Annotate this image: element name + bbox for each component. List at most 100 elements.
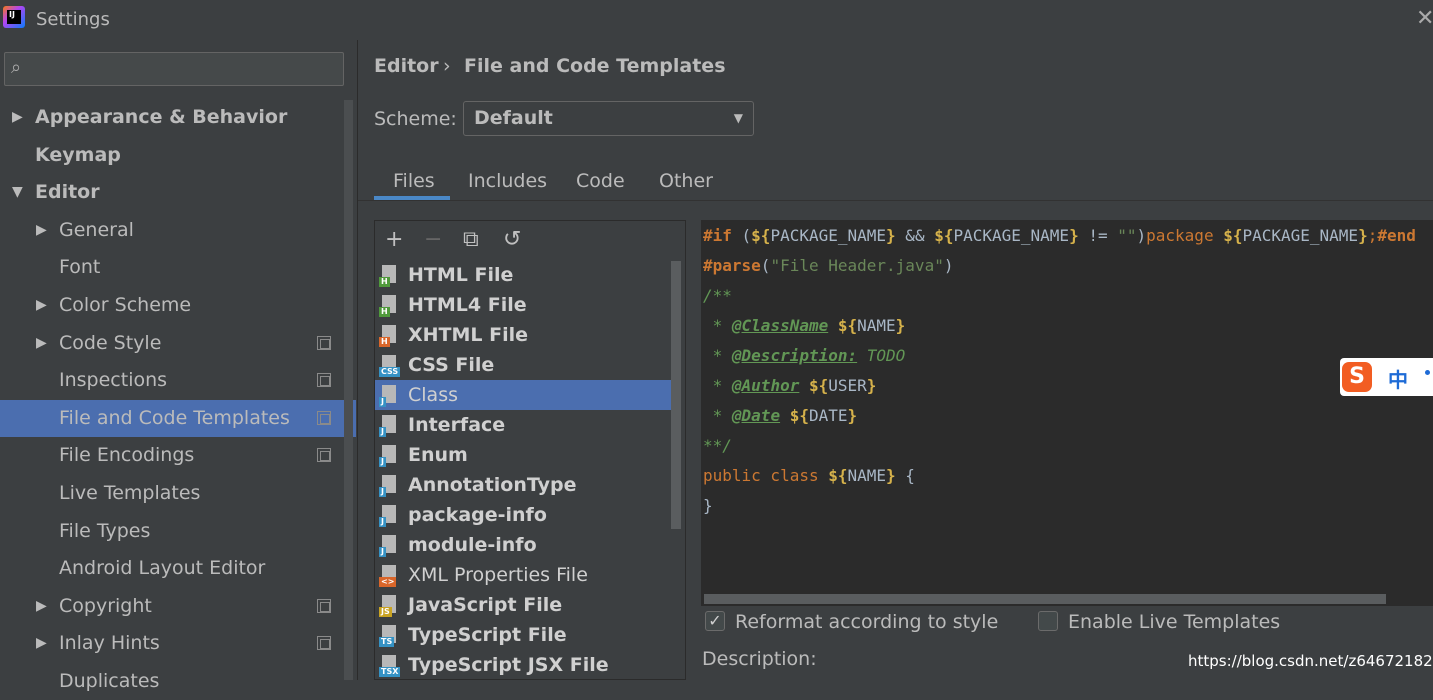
list-toolbar: + − ⧉ ↺ bbox=[375, 221, 685, 259]
sidebar-item-keymap[interactable]: Keymap bbox=[0, 137, 356, 174]
chevron-right-icon[interactable]: ▶ bbox=[36, 287, 47, 324]
code-token: ${ bbox=[808, 376, 829, 395]
title-bar: IJ Settings ✕ bbox=[0, 0, 1433, 40]
tab-includes[interactable]: Includes bbox=[468, 170, 547, 192]
file-type-icon: JS bbox=[379, 595, 401, 617]
code-line: } bbox=[703, 496, 713, 515]
list-scrollbar[interactable] bbox=[671, 261, 681, 529]
breadcrumb-current: File and Code Templates bbox=[464, 55, 726, 77]
code-token: } bbox=[886, 466, 896, 485]
list-item[interactable]: Jmodule-info bbox=[375, 530, 671, 560]
sidebar-item-appearance-behavior[interactable]: ▶ Appearance & Behavior bbox=[0, 99, 356, 136]
sidebar-item-file-and-code-templates[interactable]: File and Code Templates bbox=[0, 399, 356, 437]
code-token: } bbox=[1358, 226, 1368, 245]
sogou-logo-icon: S bbox=[1342, 362, 1372, 392]
list-item[interactable]: J Class bbox=[375, 380, 671, 410]
copy-icon[interactable]: ⧉ bbox=[463, 227, 479, 252]
editor-horizontal-scrollbar[interactable] bbox=[704, 594, 1386, 604]
live-templates-checkbox[interactable] bbox=[1038, 611, 1058, 631]
tab-code[interactable]: Code bbox=[576, 170, 625, 192]
chevron-down-icon: ▼ bbox=[733, 111, 743, 125]
list-item[interactable]: JS JavaScript File bbox=[375, 590, 671, 620]
code-token: != bbox=[1078, 226, 1118, 245]
sidebar-scrollbar[interactable] bbox=[344, 100, 353, 680]
sidebar-item-file-types[interactable]: File Types bbox=[0, 513, 356, 550]
chevron-right-icon[interactable]: ▶ bbox=[36, 625, 47, 662]
sidebar-item-file-encodings[interactable]: File Encodings bbox=[0, 437, 356, 474]
code-token: #end bbox=[1377, 226, 1416, 245]
tab-other[interactable]: Other bbox=[659, 170, 713, 192]
list-item[interactable]: J Enum bbox=[375, 440, 671, 470]
code-token: ${ bbox=[828, 466, 848, 485]
code-token: NAME bbox=[857, 316, 896, 335]
code-token: && bbox=[895, 226, 935, 245]
sidebar-item-inlay-hints[interactable]: ▶ Inlay Hints bbox=[0, 625, 356, 662]
sidebar-item-inspections[interactable]: Inspections bbox=[0, 362, 356, 399]
sidebar-item-label: File and Code Templates bbox=[59, 406, 290, 429]
file-type-icon: TSX bbox=[379, 655, 401, 677]
list-item[interactable]: <> XML Properties File bbox=[375, 560, 671, 590]
chevron-right-icon[interactable]: ▶ bbox=[36, 325, 47, 362]
code-token: USER bbox=[828, 376, 867, 395]
close-icon[interactable]: ✕ bbox=[1416, 6, 1433, 31]
project-settings-icon bbox=[317, 448, 331, 463]
list-item[interactable]: TS TypeScript File bbox=[375, 620, 671, 650]
scheme-label: Scheme: bbox=[374, 108, 457, 130]
sidebar-item-label: Color Scheme bbox=[59, 294, 192, 316]
scheme-dropdown[interactable]: Default ▼ bbox=[463, 101, 754, 136]
code-token: PACKAGE_NAME bbox=[770, 226, 887, 245]
live-templates-label[interactable]: Enable Live Templates bbox=[1068, 611, 1280, 633]
code-token: @ClassName bbox=[731, 316, 829, 335]
list-item[interactable]: H XHTML File bbox=[375, 320, 671, 350]
code-line: **/ bbox=[703, 436, 732, 455]
file-type-icon: TS bbox=[379, 625, 401, 647]
sidebar-item-font[interactable]: Font bbox=[0, 249, 356, 286]
chevron-right-icon[interactable]: ▶ bbox=[36, 588, 47, 625]
sidebar-item-live-templates[interactable]: Live Templates bbox=[0, 475, 356, 512]
ime-toolbar[interactable]: S 中 bbox=[1340, 358, 1433, 396]
sidebar-item-code-style[interactable]: ▶ Code Style bbox=[0, 325, 356, 362]
reset-icon[interactable]: ↺ bbox=[503, 227, 521, 252]
template-code-editor[interactable]: #if (${PACKAGE_NAME} && ${PACKAGE_NAME} … bbox=[701, 220, 1433, 606]
project-settings-icon bbox=[317, 598, 331, 613]
template-label: module-info bbox=[408, 534, 537, 556]
project-settings-icon bbox=[317, 410, 331, 425]
sidebar-item-duplicates[interactable]: Duplicates bbox=[0, 663, 356, 700]
reformat-checkbox[interactable]: ✓ bbox=[705, 611, 725, 631]
list-item[interactable]: H HTML File bbox=[375, 260, 671, 290]
breadcrumb-editor[interactable]: Editor bbox=[374, 55, 439, 77]
remove-icon[interactable]: − bbox=[424, 227, 442, 252]
file-type-icon: <> bbox=[379, 565, 401, 587]
sidebar-item-copyright[interactable]: ▶ Copyright bbox=[0, 588, 356, 625]
list-item[interactable]: J AnnotationType bbox=[375, 470, 671, 500]
chevron-right-icon[interactable]: ▶ bbox=[12, 99, 23, 136]
code-token: @Description: bbox=[731, 346, 858, 365]
list-item[interactable]: CSS CSS File bbox=[375, 350, 671, 380]
file-type-icon: J bbox=[379, 445, 401, 467]
settings-search-input[interactable]: ⌕ bbox=[4, 52, 344, 86]
sidebar-item-android-layout-editor[interactable]: Android Layout Editor bbox=[0, 550, 356, 587]
sidebar-item-general[interactable]: ▶ General bbox=[0, 212, 356, 249]
list-item[interactable]: J Interface bbox=[375, 410, 671, 440]
list-item[interactable]: H HTML4 File bbox=[375, 290, 671, 320]
code-token: **/ bbox=[703, 436, 732, 455]
sidebar-item-color-scheme[interactable]: ▶ Color Scheme bbox=[0, 287, 356, 324]
code-token: @Date bbox=[731, 406, 781, 425]
list-item[interactable]: Jpackage-info bbox=[375, 500, 671, 530]
code-token: package bbox=[1146, 226, 1224, 245]
code-token: } bbox=[703, 496, 713, 515]
tab-files[interactable]: Files bbox=[393, 170, 435, 192]
code-token: ( bbox=[731, 226, 752, 245]
intellij-logo-icon: IJ bbox=[3, 6, 25, 28]
sidebar-item-editor[interactable]: ▼ Editor bbox=[0, 174, 356, 211]
reformat-label[interactable]: Reformat according to style bbox=[735, 611, 998, 633]
chevron-down-icon[interactable]: ▼ bbox=[12, 174, 23, 211]
chinese-mode-icon[interactable]: 中 bbox=[1388, 364, 1408, 393]
panel-divider[interactable] bbox=[357, 40, 358, 680]
file-type-icon: J bbox=[379, 415, 401, 437]
add-icon[interactable]: + bbox=[385, 227, 403, 252]
chevron-right-icon[interactable]: ▶ bbox=[36, 212, 47, 249]
list-item[interactable]: TSX TypeScript JSX File bbox=[375, 650, 671, 680]
